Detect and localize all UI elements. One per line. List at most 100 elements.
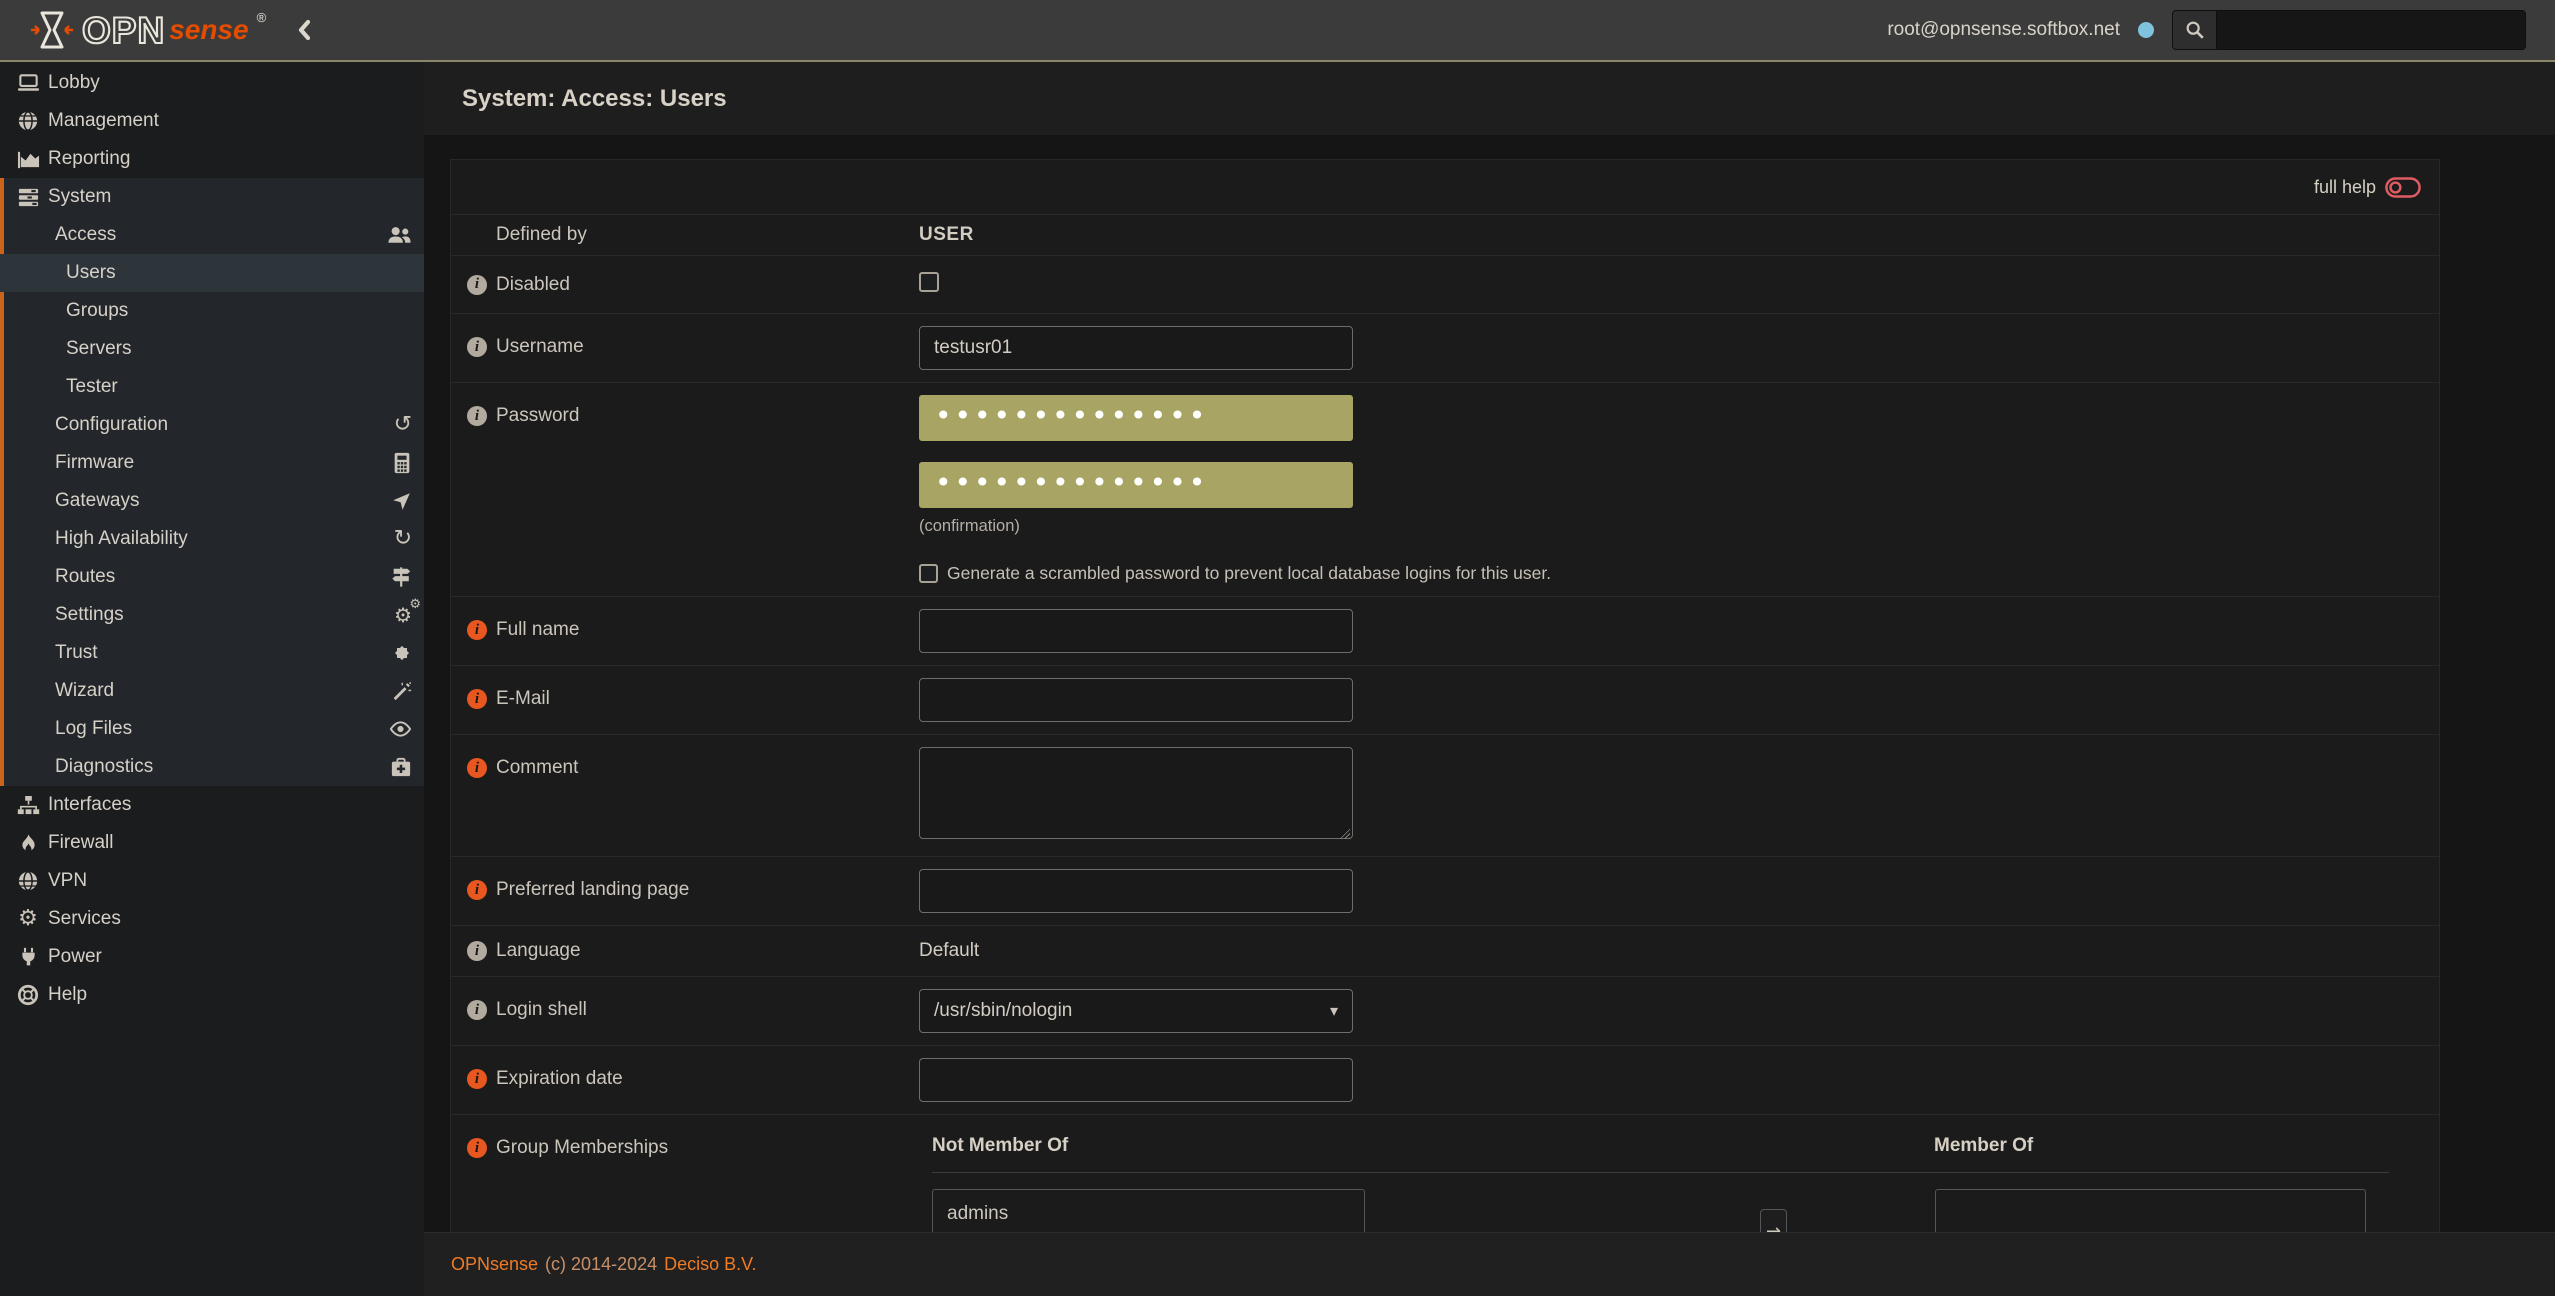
brand-registered-mark: ®	[257, 10, 267, 25]
login-shell-select[interactable]: /usr/sbin/nologin ▾	[919, 989, 1353, 1033]
opnsense-footer-link[interactable]: OPNsense	[451, 1254, 538, 1275]
sidebar-item-log-files[interactable]: Log Files	[0, 710, 424, 748]
info-icon[interactable]	[467, 689, 487, 709]
info-icon[interactable]	[467, 1138, 487, 1158]
sidebar-label: Firmware	[55, 452, 134, 474]
sidebar-label: Access	[55, 224, 116, 246]
group-list-item[interactable]: admins	[933, 1195, 1364, 1233]
sidebar-label: Servers	[66, 338, 131, 360]
sidebar-item-firmware[interactable]: Firmware	[0, 444, 424, 482]
sidebar-item-vpn[interactable]: VPN	[0, 862, 424, 900]
sidebar-item-groups[interactable]: Groups	[0, 292, 424, 330]
topbar-right: root@opnsense.softbox.net	[1887, 10, 2526, 50]
deciso-footer-link[interactable]: Deciso B.V.	[664, 1254, 756, 1275]
sidebar-item-configuration[interactable]: Configuration ↺	[0, 406, 424, 444]
location-arrow-icon	[391, 491, 412, 512]
sidebar-label: Management	[48, 110, 159, 132]
info-icon[interactable]	[467, 406, 487, 426]
sidebar-item-wizard[interactable]: Wizard	[0, 672, 424, 710]
sidebar-item-high-availability[interactable]: High Availability ↻	[0, 520, 424, 558]
info-icon[interactable]	[467, 1069, 487, 1089]
sidebar-item-system[interactable]: System	[0, 178, 424, 216]
field-label-wrap: Language	[467, 940, 919, 962]
opnsense-users-page: { "colors": { "accent_orange": "#e44c00"…	[0, 0, 2555, 1296]
info-icon[interactable]	[467, 337, 487, 357]
sidebar-item-management[interactable]: Management	[0, 102, 424, 140]
sidebar-label: Wizard	[55, 680, 114, 702]
collapse-sidebar-chevron-icon[interactable]	[294, 18, 314, 42]
sidebar-item-routes[interactable]: Routes	[0, 558, 424, 596]
field-value	[919, 272, 2423, 297]
email-input[interactable]	[919, 678, 1353, 722]
users-icon	[387, 224, 412, 246]
info-icon[interactable]	[467, 275, 487, 295]
sidebar-label: Users	[66, 262, 116, 284]
field-label-wrap: E-Mail	[467, 678, 919, 722]
password-label: Password	[496, 405, 579, 427]
field-value	[919, 1058, 2423, 1102]
sidebar-item-trust[interactable]: Trust	[0, 634, 424, 672]
landing-page-input[interactable]	[919, 869, 1353, 913]
field-label-wrap: Preferred landing page	[467, 869, 919, 913]
login-shell-label: Login shell	[496, 999, 587, 1021]
info-icon[interactable]	[467, 620, 487, 640]
form-row-landing-page: Preferred landing page	[451, 856, 2439, 925]
globe-icon	[14, 110, 42, 132]
sidebar-label: Routes	[55, 566, 115, 588]
logged-in-user: root@opnsense.softbox.net	[1887, 19, 2120, 41]
sidebar-item-servers[interactable]: Servers	[0, 330, 424, 368]
sidebar-item-interfaces[interactable]: Interfaces	[0, 786, 424, 824]
info-icon[interactable]	[467, 880, 487, 900]
sidebar-label: Interfaces	[48, 794, 131, 816]
sidebar-item-settings[interactable]: Settings ⚙⚙	[0, 596, 424, 634]
life-ring-icon	[14, 984, 42, 1006]
shell: Lobby Management Reporting System Access	[0, 62, 2555, 1296]
sidebar-item-reporting[interactable]: Reporting	[0, 140, 424, 178]
calculator-icon	[392, 452, 412, 474]
field-value	[919, 326, 2423, 370]
sidebar-item-diagnostics[interactable]: Diagnostics	[0, 748, 424, 786]
sidebar-item-tester[interactable]: Tester	[0, 368, 424, 406]
info-icon[interactable]	[467, 758, 487, 778]
sidebar-item-gateways[interactable]: Gateways	[0, 482, 424, 520]
member-of-header: Member Of	[1934, 1135, 2033, 1157]
username-input[interactable]	[919, 326, 1353, 370]
opnsense-logo[interactable]: OPNsense®	[30, 8, 266, 52]
search-input[interactable]	[2217, 11, 2525, 49]
content: full help Defined by USER	[424, 135, 2555, 1296]
field-value: /usr/sbin/nologin ▾	[919, 989, 2423, 1033]
sidebar-label: Firewall	[48, 832, 113, 854]
full-help-toggle[interactable]: full help	[451, 160, 2439, 214]
password-input[interactable]: ••••••••••••••	[919, 395, 1353, 441]
field-value: Default	[919, 940, 2423, 962]
full-help-label: full help	[2314, 177, 2376, 198]
field-label-wrap: Defined by	[467, 224, 919, 246]
chevron-down-icon: ▾	[1330, 1001, 1338, 1021]
sidebar-label: Gateways	[55, 490, 139, 512]
sidebar-item-access[interactable]: Access	[0, 216, 424, 254]
info-icon[interactable]	[467, 941, 487, 961]
expiration-date-input[interactable]	[919, 1058, 1353, 1102]
sidebar-label: VPN	[48, 870, 87, 892]
scramble-password-checkbox[interactable]	[919, 564, 938, 583]
form-row-comment: Comment	[451, 734, 2439, 856]
page-header: System: Access: Users	[424, 62, 2555, 135]
scramble-password-label: Generate a scrambled password to prevent…	[947, 563, 1551, 584]
sidebar-label: Settings	[55, 604, 124, 626]
password-confirm-input[interactable]: ••••••••••••••	[919, 462, 1353, 508]
sidebar-item-users[interactable]: Users	[0, 254, 424, 292]
system-menu-group: System Access Users Groups Servers Teste…	[0, 178, 424, 786]
info-icon[interactable]	[467, 1000, 487, 1020]
sidebar-item-lobby[interactable]: Lobby	[0, 64, 424, 102]
login-shell-value: /usr/sbin/nologin	[934, 1000, 1072, 1022]
sidebar-item-help[interactable]: Help	[0, 976, 424, 1014]
sidebar-label: Help	[48, 984, 87, 1006]
sidebar-item-firewall[interactable]: Firewall	[0, 824, 424, 862]
comment-textarea[interactable]	[919, 747, 1353, 839]
form-row-username: Username	[451, 313, 2439, 382]
disabled-checkbox[interactable]	[919, 272, 939, 292]
sidebar-item-power[interactable]: Power	[0, 938, 424, 976]
search-icon[interactable]	[2173, 11, 2217, 49]
full-name-input[interactable]	[919, 609, 1353, 653]
sidebar-item-services[interactable]: ⚙ Services	[0, 900, 424, 938]
